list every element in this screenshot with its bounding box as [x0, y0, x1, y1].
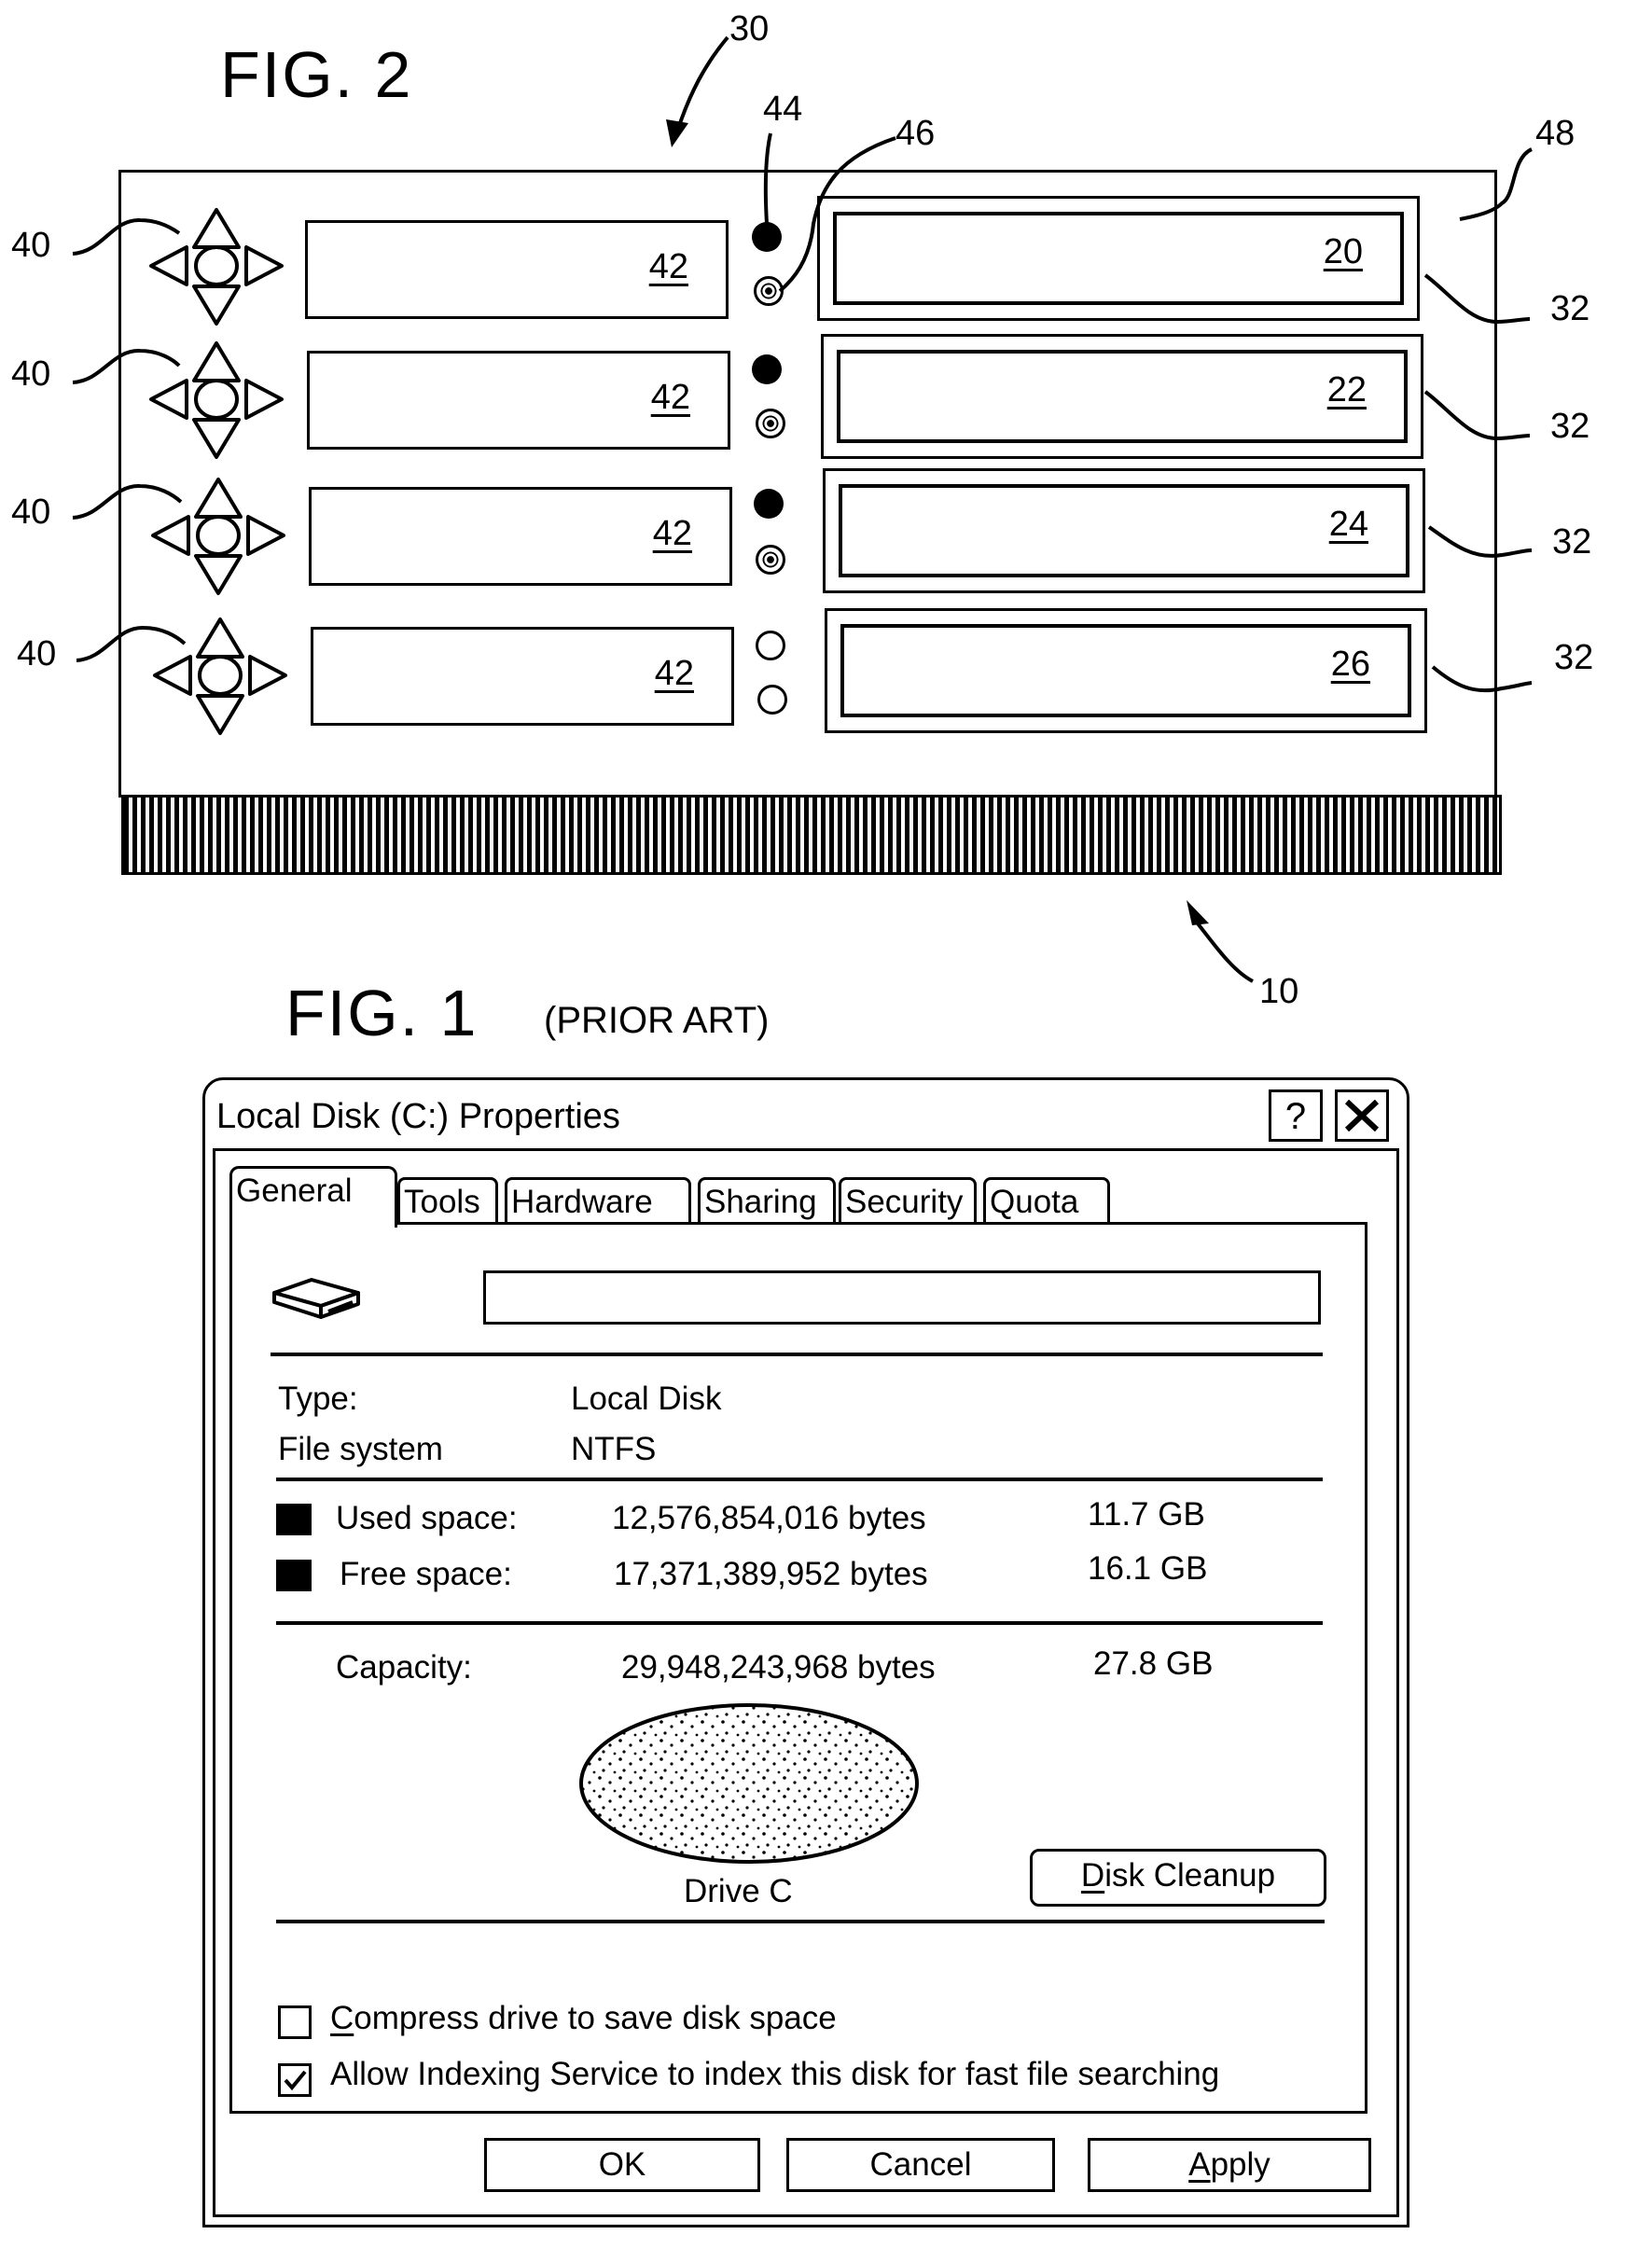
- indexing-checkbox[interactable]: [278, 2063, 312, 2097]
- close-icon: [1344, 1099, 1380, 1132]
- tab-sharing[interactable]: Sharing: [698, 1177, 836, 1224]
- ref-bay: 32: [1554, 638, 1594, 677]
- fig1-subtitle: (PRIOR ART): [544, 1000, 770, 1041]
- ref-base: 10: [1259, 972, 1299, 1011]
- drive-bay[interactable]: 26: [825, 608, 1427, 733]
- activity-led: [754, 489, 784, 519]
- capacity-label: Capacity:: [336, 1649, 472, 1686]
- status-display: 42: [309, 487, 732, 586]
- used-space-bytes: 12,576,854,016 bytes: [612, 1500, 926, 1536]
- ok-button[interactable]: OK: [484, 2138, 760, 2192]
- status-display: 42: [311, 627, 734, 726]
- free-space-label: Free space:: [340, 1556, 512, 1592]
- used-space-label: Used space:: [336, 1500, 518, 1536]
- drive-bay[interactable]: 20: [817, 196, 1420, 321]
- activity-led: [752, 354, 782, 384]
- arrowhead-icon: [1187, 900, 1209, 925]
- button-label: pply: [1210, 2146, 1270, 2183]
- type-value: Local Disk: [571, 1381, 722, 1417]
- status-led: [754, 276, 784, 306]
- dialog-title: Local Disk (C:) Properties: [216, 1097, 620, 1136]
- ref-bay: 32: [1552, 522, 1592, 562]
- leader-line: [1192, 917, 1254, 983]
- file-system-label: File system: [278, 1431, 443, 1467]
- ref-display: 42: [654, 654, 694, 693]
- divider: [276, 1478, 1323, 1481]
- volume-label-input[interactable]: [483, 1270, 1321, 1325]
- drive-label: Drive C: [684, 1873, 793, 1909]
- ref-display: 42: [648, 247, 688, 286]
- ref-drive: 22: [1326, 370, 1367, 409]
- drive-bay[interactable]: 24: [823, 468, 1425, 593]
- ref-bay: 32: [1550, 407, 1590, 446]
- fig2-title: FIG. 2: [220, 38, 413, 111]
- drive-slot: 26: [840, 624, 1411, 717]
- tab-general[interactable]: General: [229, 1166, 397, 1228]
- leader-line: [677, 35, 729, 127]
- activity-led: [752, 222, 782, 252]
- activity-led: [756, 631, 785, 660]
- tab-security[interactable]: Security: [839, 1177, 977, 1224]
- button-label: isk Cleanup: [1104, 1857, 1276, 1894]
- divider: [271, 1353, 1323, 1356]
- fig1-title: FIG. 1: [285, 977, 479, 1049]
- arrowhead-icon: [666, 119, 688, 147]
- help-button[interactable]: ?: [1269, 1089, 1323, 1142]
- mnemonic: C: [330, 2000, 354, 2036]
- disk-cleanup-button[interactable]: Disk Cleanup: [1030, 1849, 1326, 1907]
- apply-button[interactable]: Apply: [1088, 2138, 1371, 2192]
- device-base-vent: [121, 795, 1502, 875]
- divider: [276, 1621, 1323, 1625]
- tab-quota[interactable]: Quota: [983, 1177, 1110, 1224]
- ref-drive: 24: [1328, 505, 1368, 544]
- ref-nav: 40: [11, 354, 51, 394]
- capacity-bytes: 29,948,243,968 bytes: [621, 1649, 936, 1686]
- ref-display: 42: [650, 378, 690, 417]
- checkbox-label: ompress drive to save disk space: [354, 2000, 837, 2036]
- status-led: [756, 545, 785, 575]
- ref-nav: 40: [17, 634, 57, 673]
- checkmark-icon: [284, 2070, 307, 2091]
- drive-slot: 22: [837, 350, 1408, 443]
- ref-housing: 48: [1535, 114, 1576, 153]
- compress-label[interactable]: Compress drive to save disk space: [330, 2000, 837, 2037]
- used-space-gb: 11.7 GB: [1088, 1496, 1205, 1533]
- ref-drive: 26: [1330, 645, 1370, 684]
- free-space-gb: 16.1 GB: [1088, 1550, 1208, 1587]
- tab-hardware[interactable]: Hardware: [505, 1177, 691, 1224]
- type-label: Type:: [278, 1381, 358, 1417]
- ref-nav: 40: [11, 226, 51, 265]
- ref-led-secondary: 46: [895, 114, 936, 153]
- used-space-swatch: [276, 1504, 312, 1535]
- free-space-swatch: [276, 1560, 312, 1591]
- mnemonic: A: [1188, 2146, 1211, 2183]
- indexing-label[interactable]: Allow Indexing Service to index this dis…: [330, 2056, 1219, 2093]
- tab-tools[interactable]: Tools: [397, 1177, 498, 1224]
- ref-led-primary: 44: [763, 90, 803, 129]
- ref-drive: 20: [1323, 232, 1363, 271]
- status-led: [756, 409, 785, 438]
- mnemonic: D: [1080, 1857, 1105, 1894]
- status-led: [757, 685, 787, 715]
- divider: [276, 1920, 1325, 1923]
- cancel-button[interactable]: Cancel: [786, 2138, 1055, 2192]
- ref-bay: 32: [1550, 289, 1590, 328]
- drive-slot: 24: [839, 484, 1409, 577]
- ref-device: 30: [729, 9, 770, 49]
- drive-slot: 20: [833, 212, 1404, 305]
- status-display: 42: [307, 351, 730, 450]
- file-system-value: NTFS: [571, 1431, 657, 1467]
- drive-bay[interactable]: 22: [821, 334, 1423, 459]
- drive-icon: [272, 1278, 360, 1319]
- ref-display: 42: [652, 514, 692, 553]
- disk-usage-pie: [579, 1703, 919, 1864]
- status-display: 42: [305, 220, 729, 319]
- capacity-gb: 27.8 GB: [1093, 1645, 1214, 1682]
- ref-nav: 40: [11, 493, 51, 532]
- compress-checkbox[interactable]: [278, 2005, 312, 2039]
- close-button[interactable]: [1335, 1089, 1389, 1142]
- free-space-bytes: 17,371,389,952 bytes: [614, 1556, 928, 1592]
